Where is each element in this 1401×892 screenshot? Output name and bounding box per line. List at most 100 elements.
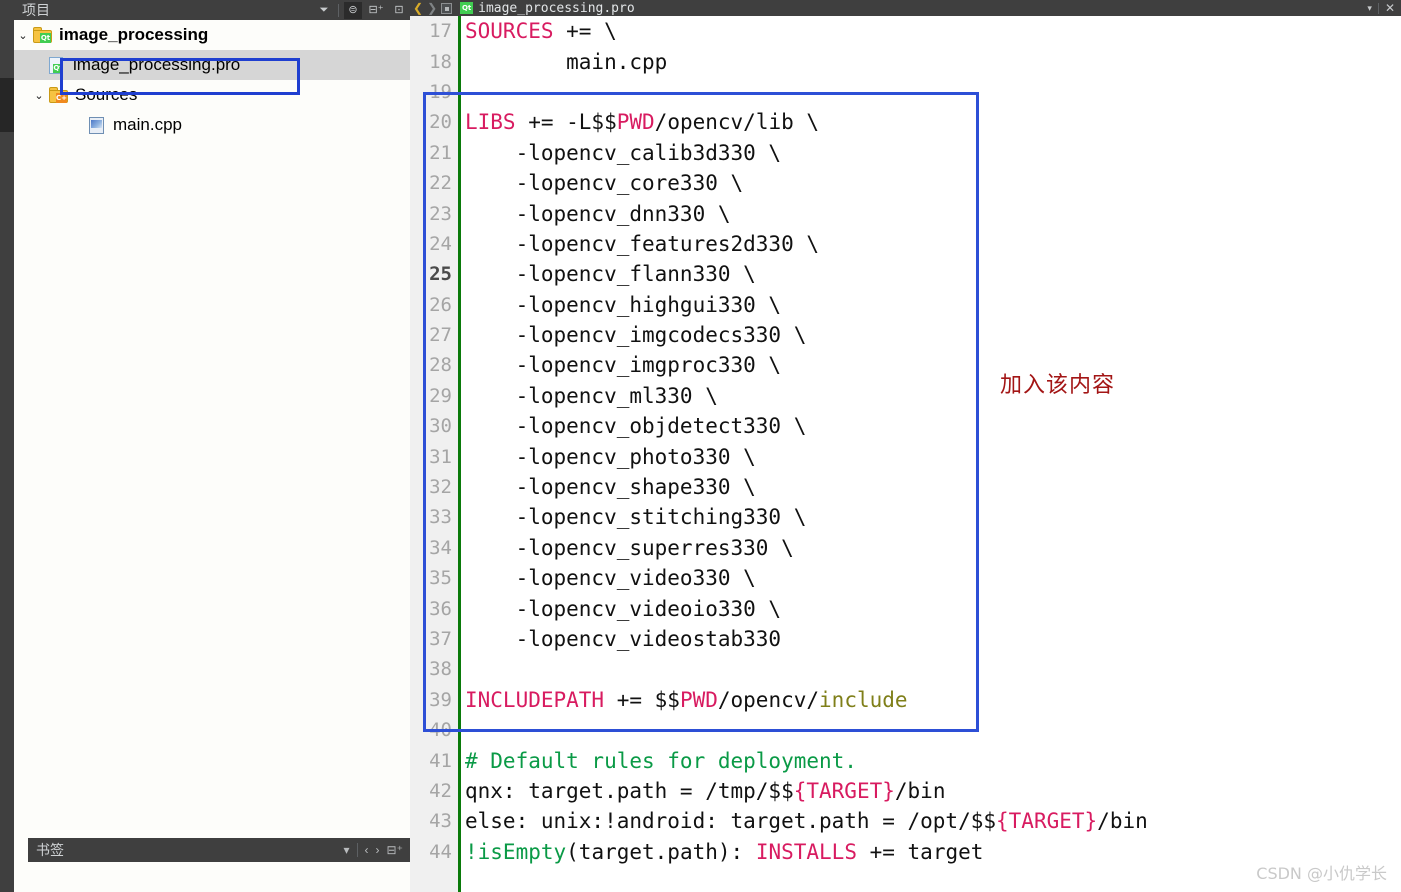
code-line-text: SOURCES += \ — [454, 19, 617, 43]
line-number: 42 — [429, 779, 452, 802]
line-number: 37 — [429, 628, 452, 650]
code-line[interactable]: 40 — [410, 715, 1401, 745]
code-line[interactable]: 33 -lopencv_stitching330 \ — [410, 502, 1401, 532]
code-token: -lopencv_photo330 \ — [465, 444, 756, 469]
project-tree[interactable]: ⌄ Qt image_processing Qt image_processin… — [14, 20, 410, 838]
code-line[interactable]: 43 else: unix:!android: target.path = /op… — [410, 806, 1401, 836]
code-token: !isEmpty — [465, 839, 567, 864]
tree-item-label: image_processing — [59, 25, 209, 44]
bookmarks-dropdown-caret[interactable]: ▾ — [344, 843, 350, 857]
toolbar-divider — [356, 843, 358, 857]
tree-item-label: main.cpp — [113, 115, 182, 134]
code-token: -lopencv_flann330 \ — [465, 262, 756, 287]
project-panel-header: 项目 ⏷ ⊜ ⊟⁺ ⊡ — [14, 0, 410, 20]
code-line[interactable]: 22 -lopencv_core330 \ — [410, 168, 1401, 198]
navigate-forward-icon[interactable]: ❯ — [427, 1, 437, 15]
line-number: 28 — [429, 354, 452, 377]
bookmarks-bar: 书签 ▾ ‹ › ⊟⁺ ⊡ — [28, 838, 424, 862]
sync-link-icon[interactable]: ⊜ — [344, 1, 362, 19]
code-token: -lopencv_shape330 \ — [465, 475, 756, 500]
code-line[interactable]: 34 -lopencv_superres330 \ — [410, 533, 1401, 563]
code-line-text: -lopencv_videostab330 — [454, 627, 782, 651]
code-line[interactable]: 24 -lopencv_features2d330 \ — [410, 229, 1401, 259]
code-line-text: LIBS += -L$$PWD/opencv/lib \ — [454, 110, 819, 134]
code-line[interactable]: 27 -lopencv_imgcodecs330 \ — [410, 320, 1401, 350]
code-line[interactable]: 18 main.cpp — [410, 46, 1401, 76]
navigate-back-icon[interactable]: ❮ — [413, 1, 423, 15]
line-number: 36 — [429, 597, 452, 620]
split-add-icon[interactable]: ⊟⁺ — [367, 2, 385, 19]
code-token: /bin — [894, 778, 946, 803]
chevron-down-icon[interactable]: ⌄ — [30, 89, 48, 102]
code-line[interactable]: 38 — [410, 654, 1401, 684]
code-line[interactable]: 36 -lopencv_videoio330 \ — [410, 593, 1401, 623]
code-token: += \ — [553, 19, 617, 44]
code-line[interactable]: 17 SOURCES += \ — [410, 16, 1401, 46]
code-line-text: -lopencv_dnn330 \ — [454, 202, 731, 226]
code-line[interactable]: 37 -lopencv_videostab330 — [410, 624, 1401, 654]
code-token: PWD — [679, 687, 718, 712]
code-line[interactable]: 32 -lopencv_shape330 \ — [410, 472, 1401, 502]
editor-tab-filename[interactable]: image_processing.pro — [478, 1, 635, 16]
code-token: -lopencv_core330 \ — [465, 171, 744, 196]
filter-icon[interactable]: ⏷ — [315, 2, 333, 19]
code-token: PWD — [616, 110, 655, 135]
code-line-text: -lopencv_superres330 \ — [454, 536, 794, 560]
toolbar-divider — [1377, 2, 1379, 14]
tree-item-sources[interactable]: ⌄ C+ Sources — [14, 80, 410, 110]
code-token: # Default rules for deployment. — [465, 748, 857, 773]
line-number: 20 — [429, 111, 452, 134]
code-token: INSTALLS — [755, 839, 857, 864]
close-icon[interactable]: ✕ — [1385, 2, 1395, 14]
line-number: 40 — [429, 719, 452, 742]
code-line[interactable]: 41 # Default rules for deployment. — [410, 745, 1401, 775]
mode-selector-active-item[interactable] — [0, 78, 14, 132]
line-number: 29 — [429, 384, 452, 407]
code-line-text: -lopencv_stitching330 \ — [454, 505, 807, 529]
code-line[interactable]: 35 -lopencv_video330 \ — [410, 563, 1401, 593]
code-token: else: unix:!android: target.path = /opt/… — [465, 809, 997, 834]
split-editor-icon[interactable] — [441, 2, 453, 14]
code-token: -lopencv_videoio330 \ — [465, 596, 782, 621]
split-add-icon[interactable]: ⊟⁺ — [387, 843, 403, 857]
code-editor: ❮ ❯ Qt image_processing.pro ▾ ✕ 17 SOURCE… — [410, 0, 1401, 892]
close-panel-icon[interactable]: ⊡ — [390, 2, 408, 19]
code-line[interactable]: 42 qnx: target.path = /tmp/$${TARGET}/bin — [410, 776, 1401, 806]
prev-bookmark-icon[interactable]: ‹ — [365, 843, 369, 857]
bookmarks-list-area — [28, 862, 424, 892]
code-token: (target.path): — [566, 839, 756, 864]
tree-item-image-processing-pro[interactable]: Qt image_processing.pro — [14, 50, 410, 80]
line-number: 33 — [429, 506, 452, 529]
code-line-text: -lopencv_videoio330 \ — [454, 596, 782, 621]
code-token: {TARGET} — [793, 778, 895, 803]
code-token: LIBS — [465, 110, 516, 135]
line-number: 34 — [429, 536, 452, 559]
code-line[interactable]: 29 -lopencv_ml330 \ — [410, 381, 1401, 411]
code-token: -lopencv_imgproc330 \ — [465, 353, 782, 378]
chevron-down-icon[interactable]: ⌄ — [14, 29, 32, 42]
code-line[interactable]: 25 -lopencv_flann330 \ — [410, 259, 1401, 289]
code-text-area[interactable]: 17 SOURCES += \ 18 main.cpp 19 20 LIBS += -L$… — [410, 16, 1401, 892]
code-line[interactable]: 21 -lopencv_calib3d330 \ — [410, 138, 1401, 168]
tree-item-image-processing[interactable]: ⌄ Qt image_processing — [14, 20, 410, 50]
code-line[interactable]: 44 !isEmpty(target.path): INSTALLS += tar… — [410, 837, 1401, 867]
code-token: main.cpp — [465, 49, 668, 74]
cpp-file-icon — [86, 116, 108, 134]
code-line[interactable]: 28 -lopencv_imgproc330 \ — [410, 350, 1401, 380]
code-line[interactable]: 39 INCLUDEPATH += $$PWD/opencv/include — [410, 685, 1401, 715]
qt-creator-window: 项目 ⏷ ⊜ ⊟⁺ ⊡ ⌄ Qt image_processing Qt ima… — [0, 0, 1401, 892]
bookmarks-controls: ▾ ‹ › ⊟⁺ ⊡ — [344, 838, 420, 862]
line-number: 44 — [429, 840, 452, 863]
code-line[interactable]: 30 -lopencv_objdetect330 \ — [410, 411, 1401, 441]
code-line[interactable]: 20 LIBS += -L$$PWD/opencv/lib \ — [410, 107, 1401, 137]
code-line[interactable]: 19 — [410, 77, 1401, 107]
tree-item-main-cpp[interactable]: main.cpp — [14, 110, 410, 140]
code-line[interactable]: 31 -lopencv_photo330 \ — [410, 441, 1401, 471]
next-bookmark-icon[interactable]: › — [376, 843, 380, 857]
chevron-down-icon[interactable]: ▾ — [1367, 3, 1372, 14]
code-line-text: # Default rules for deployment. — [454, 749, 857, 773]
code-lines[interactable]: 17 SOURCES += \ 18 main.cpp 19 20 LIBS += -L$… — [410, 16, 1401, 867]
code-line[interactable]: 23 -lopencv_dnn330 \ — [410, 198, 1401, 228]
mode-selector-strip[interactable] — [0, 0, 14, 892]
code-line[interactable]: 26 -lopencv_highgui330 \ — [410, 290, 1401, 320]
